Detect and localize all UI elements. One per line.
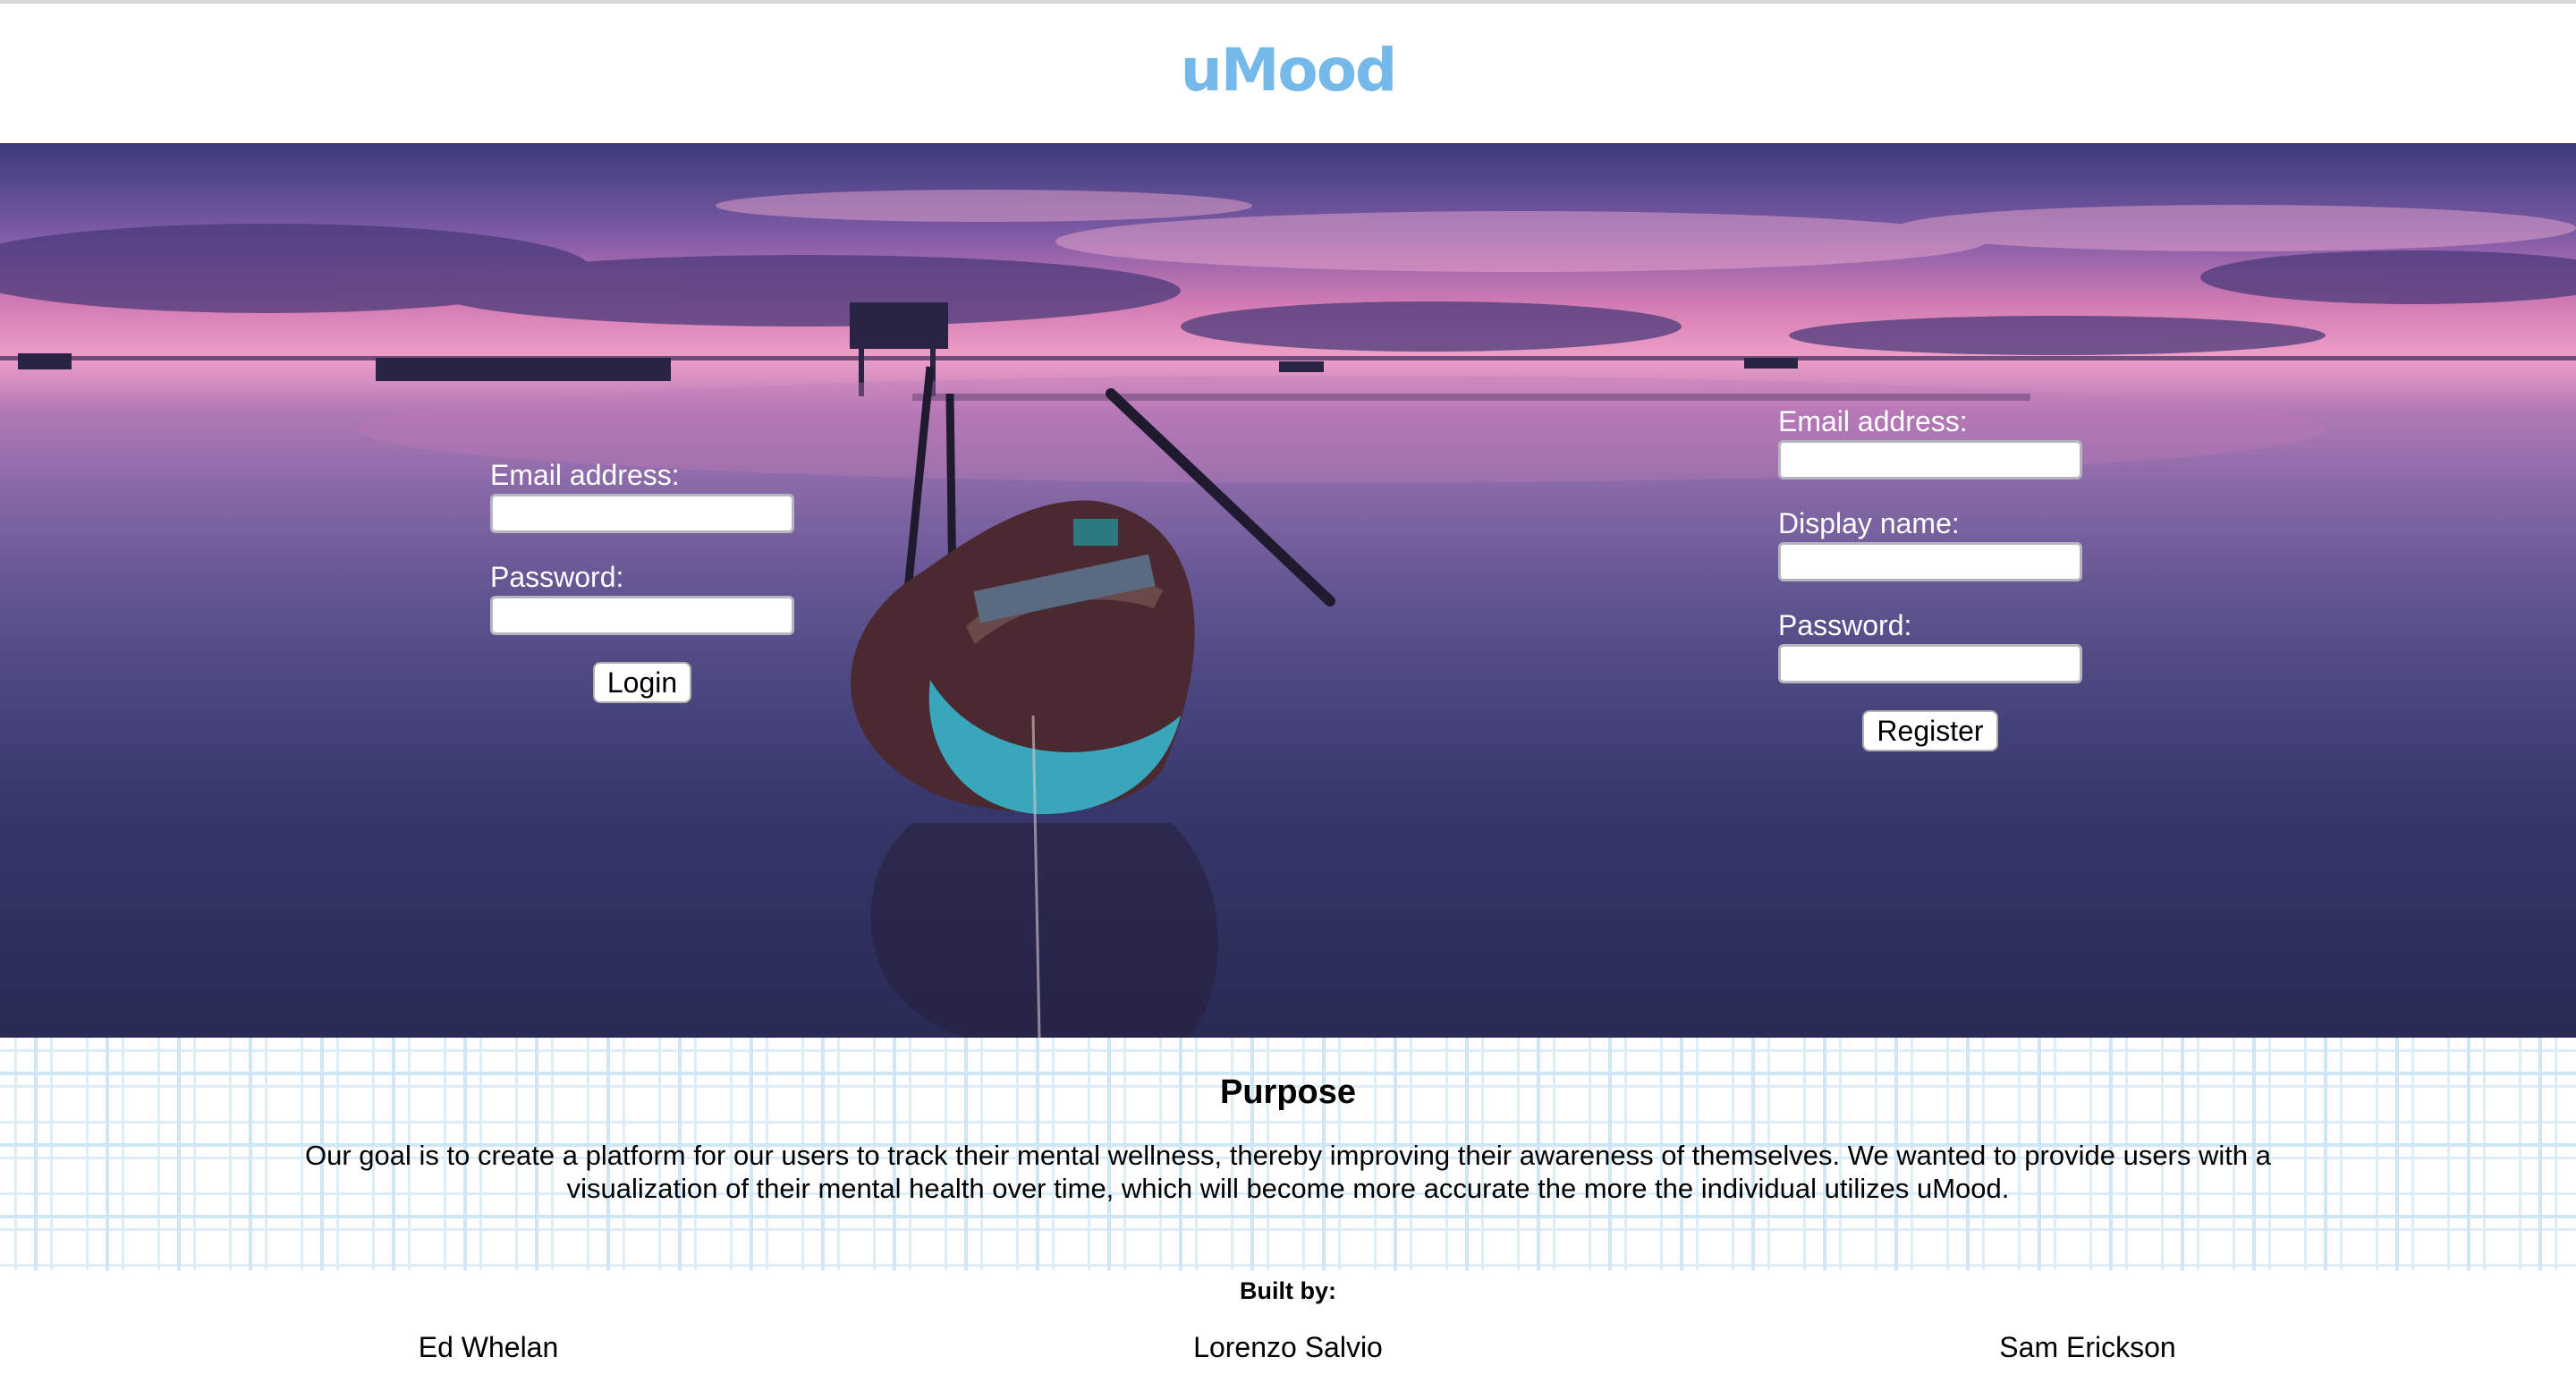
built-by-label: Built by: [1240,1277,1336,1304]
login-email-input[interactable] [490,494,794,533]
site-logo[interactable]: uMood [0,36,2576,105]
purpose-text: Our goal is to create a platform for our… [305,1140,2271,1204]
register-password-label: Password: [1778,609,1912,641]
purpose-section: Purpose Our goal is to create a platform… [0,1038,2576,1270]
hero-banner: Email address: Password: Login Email add… [0,143,2576,1038]
author-name: Lorenzo Salvio [1193,1331,1383,1363]
sunset-boat-background [0,190,2576,1038]
register-button[interactable]: Register [1862,710,1998,751]
register-password-input[interactable] [1778,644,2082,683]
register-display-name-input[interactable] [1778,542,2082,581]
author-name: Ed Whelan [418,1331,559,1363]
register-display-name-label: Display name: [1778,507,1960,539]
register-email-input[interactable] [1778,440,2082,479]
register-email-label: Email address: [1778,405,1968,437]
login-password-label: Password: [490,561,624,593]
login-button[interactable]: Login [592,662,692,703]
purpose-title: Purpose [1219,1073,1357,1111]
login-form: Email address: Password: Login [490,458,794,703]
login-password-input[interactable] [490,596,794,635]
author-name: Sam Erickson [1999,1331,2176,1363]
site-header: uMood [0,0,2576,143]
login-email-label: Email address: [490,459,680,491]
register-form: Email address: Display name: Password: R… [1778,404,2082,751]
